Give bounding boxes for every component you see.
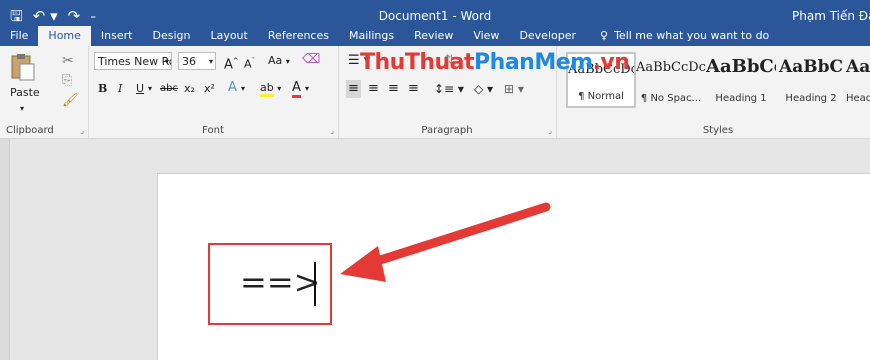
style-heading-1[interactable]: AaBbCc Heading 1: [706, 52, 776, 108]
align-left-icon[interactable]: ≡: [346, 80, 361, 98]
vertical-ruler: [0, 139, 10, 360]
tab-developer[interactable]: Developer: [509, 26, 586, 46]
paste-button[interactable]: Paste: [10, 84, 40, 102]
tell-me-text: Tell me what you want to do: [614, 29, 770, 42]
styles-group: AaBbCcDc ¶ Normal AaBbCcDc ¶ No Spac... …: [566, 46, 870, 138]
styles-label: Styles: [702, 125, 734, 136]
paragraph-launcher-icon[interactable]: ⌟: [548, 126, 552, 135]
sort-icon[interactable]: ⇅: [444, 52, 455, 70]
cut-icon[interactable]: ✂: [62, 52, 74, 70]
line-spacing-icon[interactable]: ↕≡ ▾: [434, 80, 464, 98]
text-effects-button[interactable]: A ▾: [228, 79, 245, 97]
paragraph-label: Paragraph: [421, 125, 473, 136]
tab-file[interactable]: File: [0, 26, 38, 46]
chevron-down-icon: ▾: [208, 57, 213, 66]
strikethrough-button[interactable]: abc: [160, 80, 178, 98]
paragraph-group: ☰ ▾ ⇅ ≡ ≡ ≡ ≡ ↕≡ ▾ ◇ ▾ ⊞ ▾ Paragraph ⌟: [338, 46, 557, 138]
style-no-spacing[interactable]: AaBbCcDc ¶ No Spac...: [636, 52, 706, 108]
ribbon-tabs: File Home Insert Design Layout Reference…: [0, 24, 769, 46]
tab-layout[interactable]: Layout: [200, 26, 257, 46]
clipboard-label: Clipboard: [6, 125, 54, 136]
shading-icon[interactable]: ◇ ▾: [474, 80, 493, 98]
font-size-combo[interactable]: 36 ▾: [178, 52, 216, 70]
font-launcher-icon[interactable]: ⌟: [330, 126, 334, 135]
tab-insert[interactable]: Insert: [91, 26, 143, 46]
shrink-font-button[interactable]: Aˇ: [244, 52, 255, 71]
subscript-button[interactable]: x₂: [184, 80, 195, 98]
clear-formatting-icon[interactable]: ⌫: [302, 51, 320, 69]
styles-gallery: AaBbCcDc ¶ Normal AaBbCcDc ¶ No Spac... …: [566, 52, 870, 108]
bullets-icon[interactable]: ☰ ▾: [348, 52, 370, 70]
account-name[interactable]: Phạm Tiến Đạt: [792, 9, 870, 23]
copy-icon[interactable]: ⎘: [62, 72, 72, 90]
highlight-color-button[interactable]: ab ▾: [260, 79, 281, 97]
chevron-down-icon[interactable]: ▾: [148, 80, 152, 98]
document-title: Document1 - Word: [378, 9, 492, 23]
annotation-box: [208, 243, 332, 325]
tab-view[interactable]: View: [463, 26, 509, 46]
underline-button[interactable]: U: [136, 80, 144, 98]
font-group: Times New Ro ▾ 36 ▾ A^ Aˇ Aa ▾ ⌫ B I U ▾ a…: [88, 46, 339, 138]
chevron-down-icon: ▾: [164, 57, 169, 66]
clipboard-launcher-icon[interactable]: ⌟: [80, 126, 84, 135]
tab-references[interactable]: References: [258, 26, 339, 46]
font-name-combo[interactable]: Times New Ro ▾: [94, 52, 172, 70]
justify-icon[interactable]: ≡: [408, 80, 419, 98]
tab-design[interactable]: Design: [142, 26, 200, 46]
style-heading-2[interactable]: AaBbC Heading 2: [776, 52, 846, 108]
clipboard-group: Paste ▾ ✂ ⎘ 🖌 Clipboard ⌟: [0, 46, 89, 138]
font-label: Font: [202, 125, 224, 136]
italic-button[interactable]: I: [118, 80, 122, 98]
change-case-button[interactable]: Aa ▾: [268, 52, 290, 70]
font-color-button[interactable]: A ▾: [292, 79, 309, 98]
paste-dropdown-icon[interactable]: ▾: [20, 100, 24, 118]
format-painter-icon[interactable]: 🖌: [62, 92, 79, 110]
align-center-icon[interactable]: ≡: [368, 80, 379, 98]
style-normal[interactable]: AaBbCcDc ¶ Normal: [566, 52, 636, 108]
superscript-button[interactable]: x²: [204, 80, 215, 98]
style-heading[interactable]: AaBbCcc Heading: [846, 52, 870, 108]
tell-me-box[interactable]: ♀ Tell me what you want to do: [586, 26, 769, 46]
bold-button[interactable]: B: [98, 80, 107, 98]
borders-icon[interactable]: ⊞ ▾: [504, 80, 524, 98]
lightbulb-icon: ♀: [600, 29, 609, 42]
paste-icon[interactable]: [10, 52, 36, 82]
tab-home[interactable]: Home: [38, 26, 91, 46]
grow-font-button[interactable]: A^: [224, 52, 239, 72]
tab-mailings[interactable]: Mailings: [339, 26, 404, 46]
title-bar: 🖫 ↶ ▾ ↷ ₌ Document1 - Word Phạm Tiến Đạt…: [0, 0, 870, 46]
ribbon: Paste ▾ ✂ ⎘ 🖌 Clipboard ⌟ Times New Ro ▾ …: [0, 46, 870, 139]
tab-review[interactable]: Review: [404, 26, 463, 46]
align-right-icon[interactable]: ≡: [388, 80, 399, 98]
